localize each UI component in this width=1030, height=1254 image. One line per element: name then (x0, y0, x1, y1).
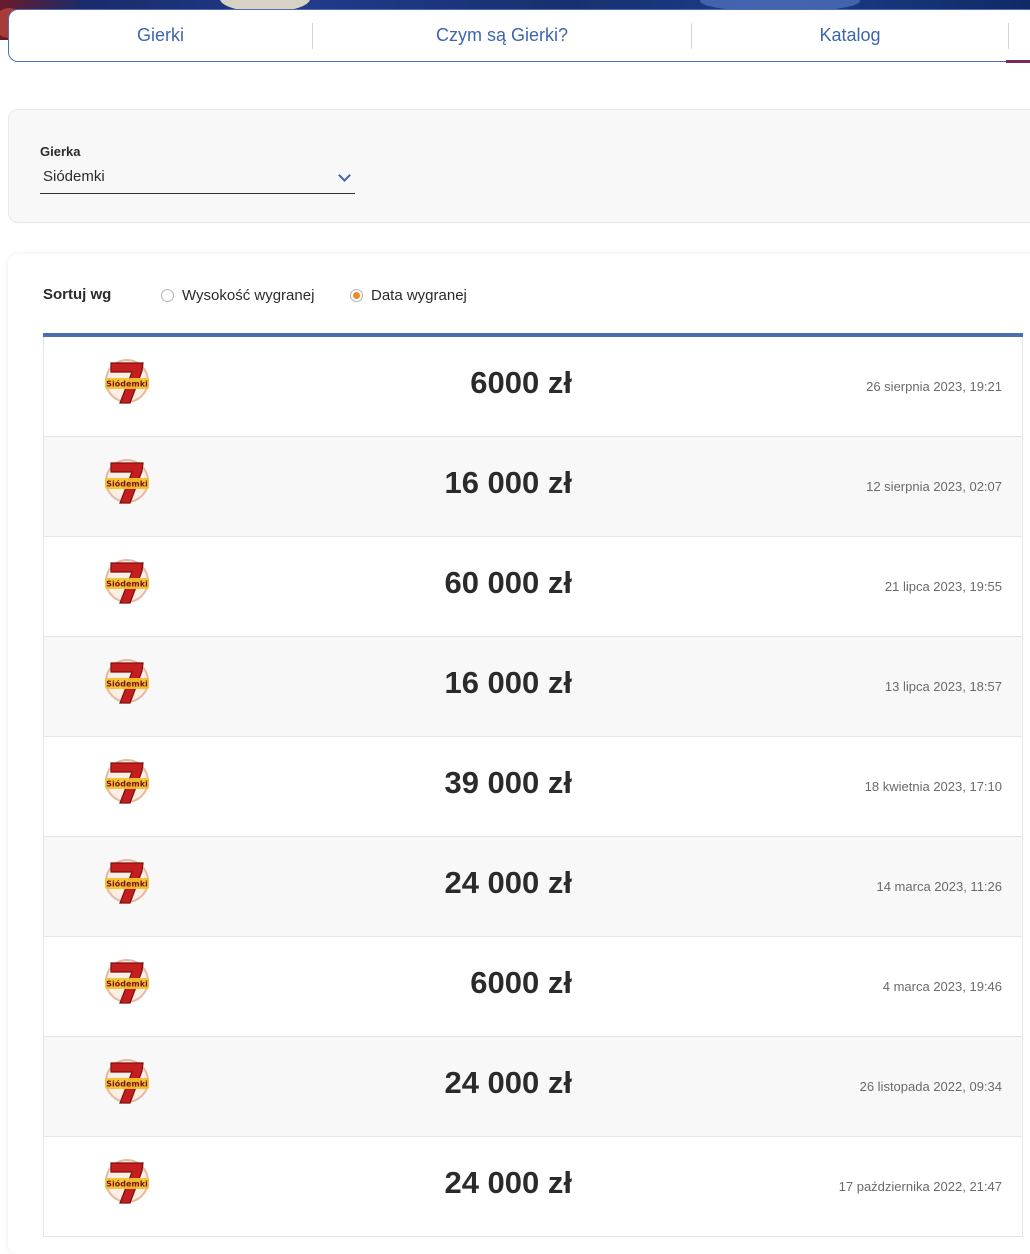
siodemki-logo-icon: Siódemki (105, 359, 149, 404)
logo-text: Siódemki (106, 879, 148, 889)
logo-text: Siódemki (106, 679, 148, 689)
win-date: 18 kwietnia 2023, 17:10 (864, 779, 1002, 794)
siodemki-logo-icon: Siódemki (105, 459, 149, 504)
logo-text: Siódemki (106, 1079, 148, 1089)
results-table: Siódemki 6000 zł 26 sierpnia 2023, 19:21… (43, 333, 1023, 1237)
result-row: Siódemki 16 000 zł 13 lipca 2023, 18:57 (43, 637, 1023, 737)
win-date: 14 marca 2023, 11:26 (876, 879, 1002, 894)
logo-text: Siódemki (106, 479, 148, 489)
game-select-dropdown[interactable]: Siódemki (40, 165, 355, 194)
win-date: 13 lipca 2023, 18:57 (884, 679, 1002, 694)
result-row: Siódemki 6000 zł 26 sierpnia 2023, 19:21 (43, 337, 1023, 437)
sort-option-label: Wysokość wygranej (182, 287, 315, 304)
siodemki-logo-icon: Siódemki (105, 659, 149, 704)
win-amount: 24 000 zł (444, 1165, 572, 1200)
win-date: 21 lipca 2023, 19:55 (884, 579, 1002, 594)
sort-option-date[interactable]: Data wygranej (350, 287, 467, 304)
result-row: Siódemki 60 000 zł 21 lipca 2023, 19:55 (43, 537, 1023, 637)
result-row: Siódemki 16 000 zł 12 sierpnia 2023, 02:… (43, 437, 1023, 537)
win-date: 26 listopada 2022, 09:34 (859, 1079, 1002, 1094)
logo-text: Siódemki (106, 579, 148, 589)
tab-gierki[interactable]: Gierki (9, 22, 313, 49)
siodemki-logo-icon: Siódemki (105, 559, 149, 604)
result-row: Siódemki 39 000 zł 18 kwietnia 2023, 17:… (43, 737, 1023, 837)
tab-katalog[interactable]: Katalog (692, 22, 1009, 49)
win-amount: 24 000 zł (444, 865, 572, 900)
siodemki-logo-icon: Siódemki (105, 1159, 149, 1204)
win-amount: 6000 zł (470, 365, 572, 400)
win-amount: 16 000 zł (444, 665, 572, 700)
result-row: Siódemki 24 000 zł 14 marca 2023, 11:26 (43, 837, 1023, 937)
win-amount: 24 000 zł (444, 1065, 572, 1100)
sort-option-amount[interactable]: Wysokość wygranej (161, 287, 314, 304)
tab-bar: Gierki Czym są Gierki? Katalog (8, 9, 1030, 62)
results-card: Sortuj wg Wysokość wygranej Data wygrane… (8, 254, 1030, 1254)
logo-text: Siódemki (106, 979, 148, 989)
filter-panel: Gierka Siódemki (8, 109, 1030, 223)
logo-text: Siódemki (106, 1179, 148, 1189)
chevron-down-icon (338, 169, 351, 182)
win-date: 4 marca 2023, 19:46 (882, 979, 1002, 994)
radio-button[interactable] (161, 289, 174, 302)
win-date: 17 października 2022, 21:47 (838, 1179, 1002, 1194)
tab-czym-sa-gierki[interactable]: Czym są Gierki? (313, 22, 692, 49)
result-row: Siódemki 24 000 zł 17 października 2022,… (43, 1137, 1023, 1237)
logo-text: Siódemki (106, 779, 148, 789)
siodemki-logo-icon: Siódemki (105, 1059, 149, 1104)
radio-button-checked[interactable] (350, 289, 363, 302)
siodemki-logo-icon: Siódemki (105, 859, 149, 904)
siodemki-logo-icon: Siódemki (105, 959, 149, 1004)
sort-label: Sortuj wg (43, 286, 112, 303)
win-amount: 39 000 zł (444, 765, 572, 800)
win-amount: 16 000 zł (444, 465, 572, 500)
win-date: 12 sierpnia 2023, 02:07 (866, 479, 1002, 494)
sort-option-label: Data wygranej (371, 287, 467, 304)
win-amount: 60 000 zł (444, 565, 572, 600)
result-row: Siódemki 6000 zł 4 marca 2023, 19:46 (43, 937, 1023, 1037)
game-select-value: Siódemki (43, 168, 105, 185)
win-amount: 6000 zł (470, 965, 572, 1000)
siodemki-logo-icon: Siódemki (105, 759, 149, 804)
result-row: Siódemki 24 000 zł 26 listopada 2022, 09… (43, 1037, 1023, 1137)
tab-active-indicator (1006, 60, 1030, 63)
win-date: 26 sierpnia 2023, 19:21 (866, 379, 1002, 394)
game-filter-label: Gierka (40, 144, 81, 159)
logo-text: Siódemki (106, 379, 148, 389)
